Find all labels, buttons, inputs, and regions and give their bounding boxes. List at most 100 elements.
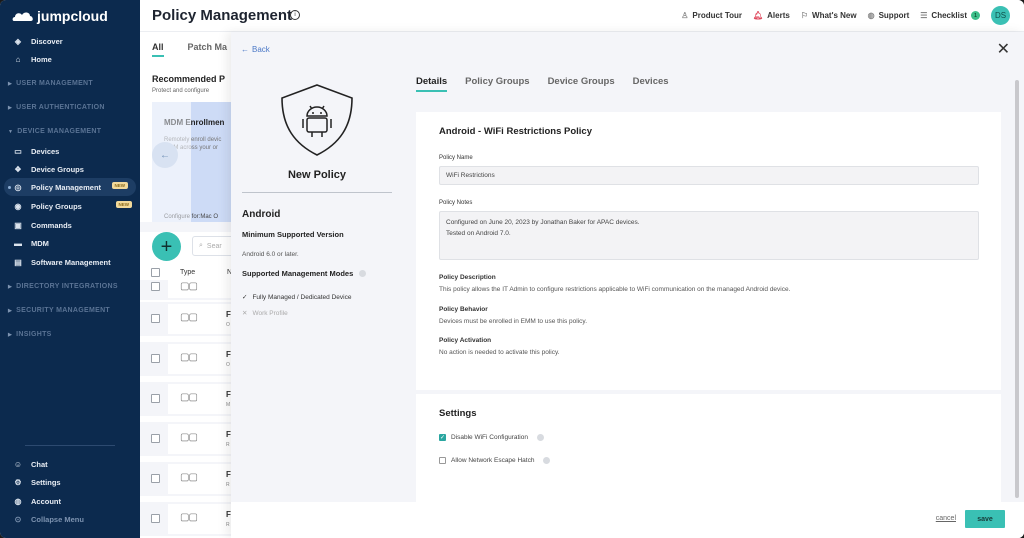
tab-details[interactable]: Details [416,76,448,92]
settings-card: Settings ✓ Disable WiFi Configuration Al… [416,394,1001,504]
select-all-checkbox[interactable] [151,268,160,277]
checklist-link[interactable]: ☰ Checklist 1 [920,11,980,20]
help-icon[interactable] [536,434,544,441]
help-icon[interactable] [543,457,551,464]
sidebar-item-devices[interactable]: ▭ Devices [0,142,140,160]
row-checkbox[interactable] [151,394,160,403]
list-icon: ☰ [920,11,928,20]
row-checkbox[interactable] [151,354,160,363]
table-row[interactable]: ▢▢ F R [140,422,238,456]
sidebar-item-chat[interactable]: ☺ Chat [0,455,140,473]
sidebar-item-account[interactable]: ◍ Account [0,492,140,510]
policy-type-icon: ▢▢ [180,312,198,323]
min-version-label: Minimum Supported Version [242,230,344,239]
detail-tabs: Details Policy Groups Device Groups Devi… [416,76,669,92]
section-insights[interactable]: ▶ INSIGHTS [8,331,52,338]
tab-patch-management[interactable]: Patch Ma [188,42,228,52]
setting-disable-wifi-config[interactable]: ✓ Disable WiFi Configuration [439,434,544,441]
section-directory-integrations[interactable]: ▶ DIRECTORY INTEGRATIONS [8,283,118,290]
panel-scrollbar[interactable] [1015,80,1019,498]
recommended-card[interactable]: MDM Enrollmen Remotely enroll devic MDM a… [152,102,241,222]
checklist-count-badge: 1 [971,11,980,20]
sidebar-divider [25,445,115,446]
policy-type-icon: ▢▢ [180,512,198,523]
carousel-prev-button[interactable]: ← [152,142,178,168]
policy-groups-icon: ◉ [14,201,22,211]
device-groups-icon: ❖ [14,164,22,174]
back-link[interactable]: ← Back [241,45,270,54]
table-row[interactable]: ▢▢ [140,280,238,300]
cloud-logo-icon [12,10,34,22]
product-tour-link[interactable]: ♙ Product Tour [681,11,742,20]
section-user-authentication[interactable]: ▶ USER AUTHENTICATION [8,104,105,111]
mode-work-profile: ✕ Work Profile [242,309,288,318]
sidebar-item-device-groups[interactable]: ❖ Device Groups [0,160,140,178]
check-icon: ✓ [242,294,248,301]
jumpcloud-logo[interactable]: jumpcloud [12,8,108,24]
sidebar-item-policy-groups[interactable]: ◉ Policy Groups NEW [0,197,140,215]
setting-network-escape-hatch[interactable]: Allow Network Escape Hatch [439,457,551,464]
tab-devices[interactable]: Devices [633,76,669,87]
table-row[interactable]: ▢▢ F O [140,342,238,376]
mode-fully-managed: ✓ Fully Managed / Dedicated Device [242,293,352,302]
section-user-management[interactable]: ▶ USER MANAGEMENT [8,80,93,87]
min-version-value: Android 6.0 or later. [242,251,299,258]
table-row[interactable]: ▢▢ F O [140,302,238,336]
whats-new-link[interactable]: ⚐ What's New [801,11,857,20]
row-checkbox[interactable] [151,314,160,323]
policy-type-icon: ▢▢ [180,352,198,363]
info-icon[interactable]: i [290,10,300,20]
sidebar-item-collapse-menu[interactable]: ⊙ Collapse Menu [0,510,140,528]
cancel-button[interactable]: cancel [936,515,956,522]
search-icon: ⌕ [199,242,203,249]
recommended-title: Recommended P [152,74,226,84]
sidebar-item-software-management[interactable]: ▤ Software Management [0,253,140,271]
new-badge: NEW [115,201,132,208]
row-checkbox[interactable] [151,474,160,483]
table-row[interactable]: ▢▢ F R [140,502,238,536]
activation-value: No action is needed to activate this pol… [439,349,560,356]
section-device-management[interactable]: ▼ DEVICE MANAGEMENT [8,128,101,135]
row-checkbox[interactable] [151,282,160,291]
section-security-management[interactable]: ▶ SECURITY MANAGEMENT [8,307,110,314]
sidebar: jumpcloud ◈ Discover ⌂ Home ▶ USER MANAG… [0,0,140,538]
table-row[interactable]: ▢▢ F R [140,462,238,496]
account-icon: ◍ [14,496,22,506]
policy-notes-textarea[interactable] [439,211,979,260]
policy-type-icon: ▢▢ [180,432,198,443]
close-button[interactable]: ✕ [997,42,1010,58]
save-button[interactable]: save [965,510,1005,528]
tab-policy-groups[interactable]: Policy Groups [465,76,529,87]
add-policy-button[interactable]: + [152,232,181,261]
sidebar-item-commands[interactable]: ▣ Commands [0,216,140,234]
behavior-value: Devices must be enrolled in EMM to use t… [439,318,587,325]
table-row[interactable]: ▢▢ F M [140,382,238,416]
sidebar-item-mdm[interactable]: ▬ MDM [0,234,140,252]
brand-name: jumpcloud [37,8,108,24]
row-subtitle: M [226,402,231,408]
sidebar-item-settings[interactable]: ⚙ Settings [0,473,140,491]
help-icon[interactable] [359,270,367,277]
activation-label: Policy Activation [439,337,492,344]
row-checkbox[interactable] [151,434,160,443]
tab-all[interactable]: All [152,42,164,57]
disable-wifi-checkbox[interactable]: ✓ [439,434,446,441]
sidebar-item-discover[interactable]: ◈ Discover [0,32,140,50]
tab-device-groups[interactable]: Device Groups [548,76,615,87]
alerts-link[interactable]: 🔔︎ Alerts [753,11,790,20]
close-icon: ✕ [996,41,1010,58]
policy-name-input[interactable]: WiFi Restrictions [439,166,979,185]
settings-title: Settings [439,408,477,419]
active-indicator [8,186,11,189]
row-checkbox[interactable] [151,514,160,523]
avatar[interactable]: DS [991,6,1010,25]
policy-type-icon: ▢▢ [180,472,198,483]
sidebar-item-home[interactable]: ⌂ Home [0,50,140,68]
page-title: Policy Management [152,7,293,24]
new-badge: NEW [111,182,128,189]
escape-hatch-checkbox[interactable] [439,457,446,464]
support-link[interactable]: ◍ Support [868,11,910,20]
sidebar-item-policy-management[interactable]: ◎ Policy Management NEW [4,178,136,196]
app-window: jumpcloud ◈ Discover ⌂ Home ▶ USER MANAG… [0,0,1024,538]
header-links: ♙ Product Tour 🔔︎ Alerts ⚐ What's New ◍ … [681,6,1010,25]
